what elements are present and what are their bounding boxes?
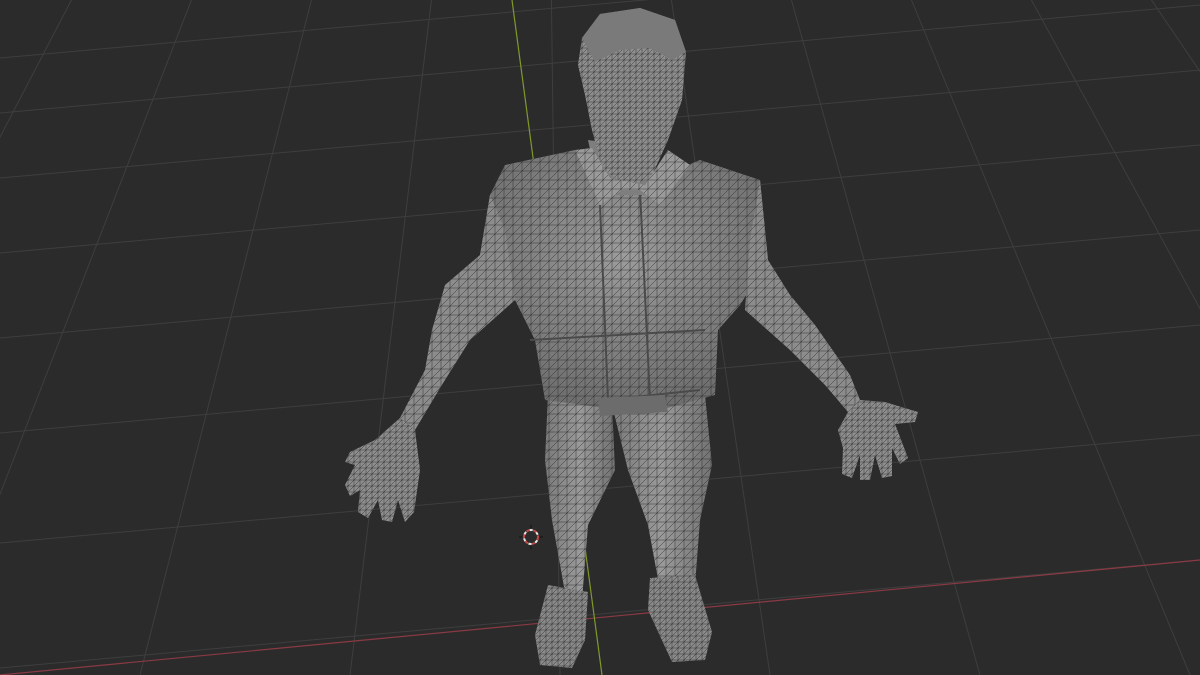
3d-cursor-icon[interactable] [519,525,543,549]
viewport-canvas[interactable] [0,0,1200,675]
3d-viewport[interactable] [0,0,1200,675]
grid-line [139,0,312,675]
grid-line [0,559,1200,669]
character-mesh[interactable] [345,8,918,668]
